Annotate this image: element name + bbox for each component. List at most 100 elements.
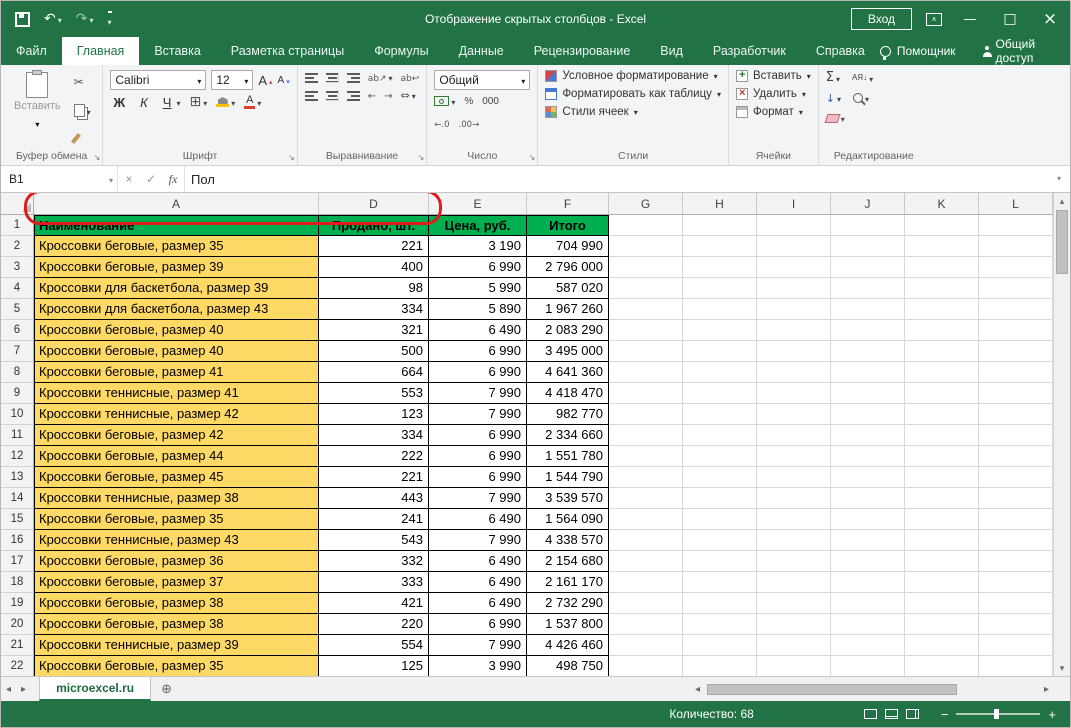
cell-A22[interactable]: Кроссовки беговые, размер 35 <box>34 656 319 676</box>
cell-empty[interactable] <box>683 467 757 488</box>
share-button[interactable]: Общий доступ <box>982 37 1054 65</box>
formula-input[interactable]: Пол <box>185 166 1048 192</box>
tab-вид[interactable]: Вид <box>645 37 698 65</box>
column-header-A[interactable]: A <box>34 193 319 215</box>
cell-empty[interactable] <box>757 383 831 404</box>
row-header-11[interactable]: 11 <box>1 425 34 446</box>
bold-button[interactable]: Ж <box>110 95 128 110</box>
cell-D16[interactable]: 543 <box>319 530 429 551</box>
cell-A13[interactable]: Кроссовки беговые, размер 45 <box>34 467 319 488</box>
cell-E10[interactable]: 7 990 <box>429 404 527 425</box>
cell-F9[interactable]: 4 418 470 <box>527 383 609 404</box>
cell-empty[interactable] <box>757 656 831 676</box>
cell-E21[interactable]: 7 990 <box>429 635 527 656</box>
zoom-slider-thumb[interactable] <box>994 709 999 719</box>
row-header-12[interactable]: 12 <box>1 446 34 467</box>
tab-формулы[interactable]: Формулы <box>359 37 443 65</box>
cell-empty[interactable] <box>757 446 831 467</box>
cell-empty[interactable] <box>831 593 905 614</box>
borders-button[interactable] <box>189 94 207 110</box>
cell-F10[interactable]: 982 770 <box>527 404 609 425</box>
cell-E5[interactable]: 5 890 <box>429 299 527 320</box>
cell-empty[interactable] <box>609 425 683 446</box>
paste-button[interactable]: Вставить <box>8 70 67 149</box>
column-header-K[interactable]: K <box>905 193 979 215</box>
cell-empty[interactable] <box>979 215 1053 236</box>
cell-empty[interactable] <box>979 383 1053 404</box>
cell-D13[interactable]: 221 <box>319 467 429 488</box>
column-header-G[interactable]: G <box>609 193 683 215</box>
decrease-decimal-button[interactable] <box>459 112 480 131</box>
cell-empty[interactable] <box>609 383 683 404</box>
sheet-nav-left-icon[interactable]: ◂ <box>1 677 16 701</box>
underline-button[interactable]: Ч <box>160 95 181 110</box>
cell-empty[interactable] <box>905 215 979 236</box>
hscroll-right-icon[interactable]: ▸ <box>1039 684 1054 695</box>
cell-empty[interactable] <box>979 572 1053 593</box>
sheet-tab[interactable]: microexcel.ru <box>39 677 151 701</box>
cell-E20[interactable]: 6 990 <box>429 614 527 635</box>
column-header-L[interactable]: L <box>979 193 1053 215</box>
cell-empty[interactable] <box>831 425 905 446</box>
cell-empty[interactable] <box>831 278 905 299</box>
cell-empty[interactable] <box>683 530 757 551</box>
cell-empty[interactable] <box>979 236 1053 257</box>
row-header-10[interactable]: 10 <box>1 404 34 425</box>
cell-empty[interactable] <box>757 488 831 509</box>
cell-empty[interactable] <box>683 320 757 341</box>
cell-empty[interactable] <box>979 341 1053 362</box>
cell-E22[interactable]: 3 990 <box>429 656 527 676</box>
cell-empty[interactable] <box>905 488 979 509</box>
align-middle-button[interactable] <box>326 72 339 83</box>
cell-empty[interactable] <box>683 446 757 467</box>
cell-F8[interactable]: 4 641 360 <box>527 362 609 383</box>
tab-файл[interactable]: Файл <box>1 37 62 65</box>
cell-F3[interactable]: 2 796 000 <box>527 257 609 278</box>
cell-F13[interactable]: 1 544 790 <box>527 467 609 488</box>
close-button[interactable] <box>1030 1 1070 37</box>
column-header-I[interactable]: I <box>757 193 831 215</box>
clear-button[interactable] <box>826 111 845 125</box>
cell-empty[interactable] <box>979 656 1053 676</box>
cell-F5[interactable]: 1 967 260 <box>527 299 609 320</box>
cell-empty[interactable] <box>831 404 905 425</box>
cell-D19[interactable]: 421 <box>319 593 429 614</box>
cell-E4[interactable]: 5 990 <box>429 278 527 299</box>
cell-empty[interactable] <box>831 362 905 383</box>
cell-A1[interactable]: Наименование <box>34 215 319 236</box>
cell-empty[interactable] <box>905 572 979 593</box>
cell-empty[interactable] <box>979 593 1053 614</box>
format-painter-button[interactable] <box>74 133 91 144</box>
font-dialog-launcher[interactable] <box>288 154 295 162</box>
column-header-D[interactable]: D <box>319 193 429 215</box>
cell-empty[interactable] <box>831 614 905 635</box>
grow-font-button[interactable]: А <box>258 73 272 88</box>
cell-empty[interactable] <box>609 446 683 467</box>
cell-empty[interactable] <box>683 362 757 383</box>
cell-empty[interactable] <box>979 320 1053 341</box>
cell-E15[interactable]: 6 490 <box>429 509 527 530</box>
tab-данные[interactable]: Данные <box>444 37 519 65</box>
cell-empty[interactable] <box>905 236 979 257</box>
cell-D3[interactable]: 400 <box>319 257 429 278</box>
cell-D5[interactable]: 334 <box>319 299 429 320</box>
cell-D11[interactable]: 334 <box>319 425 429 446</box>
customize-qat-button[interactable] <box>108 11 112 28</box>
cell-empty[interactable] <box>757 509 831 530</box>
cell-styles-button[interactable]: Стили ячеек <box>545 106 721 118</box>
cell-empty[interactable] <box>831 383 905 404</box>
cell-D4[interactable]: 98 <box>319 278 429 299</box>
cell-A17[interactable]: Кроссовки беговые, размер 36 <box>34 551 319 572</box>
row-header-5[interactable]: 5 <box>1 299 34 320</box>
clipboard-dialog-launcher[interactable] <box>94 154 101 162</box>
cell-empty[interactable] <box>757 614 831 635</box>
cell-E17[interactable]: 6 490 <box>429 551 527 572</box>
cell-A10[interactable]: Кроссовки теннисные, размер 42 <box>34 404 319 425</box>
cell-empty[interactable] <box>683 341 757 362</box>
cell-A21[interactable]: Кроссовки теннисные, размер 39 <box>34 635 319 656</box>
italic-button[interactable]: К <box>137 95 151 110</box>
format-cells-button[interactable]: Формат <box>736 106 811 118</box>
cell-empty[interactable] <box>683 572 757 593</box>
cell-E14[interactable]: 7 990 <box>429 488 527 509</box>
assistant-button[interactable]: Помощник <box>880 44 956 58</box>
